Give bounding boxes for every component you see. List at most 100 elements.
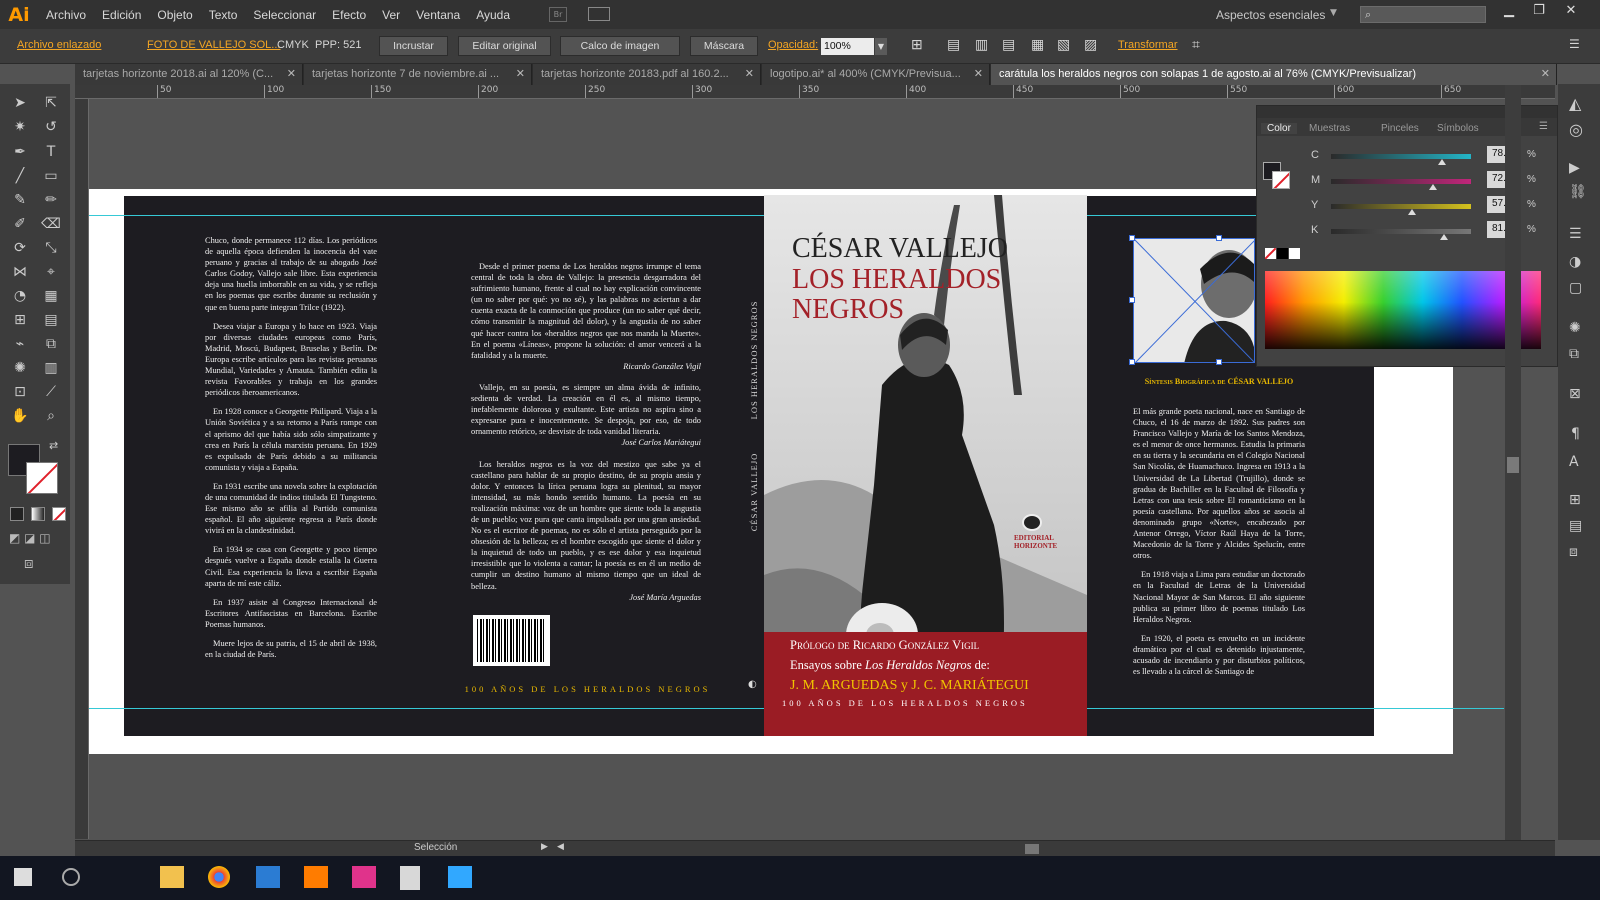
yellow-slider-track[interactable] xyxy=(1331,204,1471,215)
black-slider-row[interactable]: K 81.25 % xyxy=(1311,221,1561,244)
type-tool-icon[interactable]: T xyxy=(40,141,62,163)
arrange-documents-icon[interactable] xyxy=(588,7,610,21)
artboard-tool-icon[interactable]: ⊡ xyxy=(9,381,31,403)
width-tool-icon[interactable]: ⋈ xyxy=(9,261,31,283)
isolate-icon[interactable]: ⌗ xyxy=(1192,36,1200,53)
paragraph-icon[interactable]: ¶ xyxy=(1571,426,1580,442)
white-swatch[interactable] xyxy=(1289,248,1300,259)
align-selection-icon[interactable]: ⊞ xyxy=(911,36,923,53)
panel-menu-icon[interactable]: ☰ xyxy=(1569,37,1580,51)
selection-handle[interactable] xyxy=(1129,235,1135,241)
edit-original-button[interactable]: Editar original xyxy=(458,36,551,56)
tab-brushes[interactable]: Pinceles xyxy=(1381,123,1419,134)
gradient-mode-icon[interactable] xyxy=(31,507,45,521)
opacity-input[interactable]: 100% xyxy=(821,38,874,55)
image-trace-button[interactable]: Calco de imagen xyxy=(560,36,680,56)
gradient-tool-icon[interactable]: ▤ xyxy=(40,309,62,331)
transform-link[interactable]: Transformar xyxy=(1118,39,1178,51)
tab-document[interactable]: tarjetas horizonte 20183.pdf al 160.2...… xyxy=(533,64,761,85)
tab-document[interactable]: logotipo.ai* al 400% (CMYK/Previsua... ✕ xyxy=(762,64,990,85)
workspace-switcher[interactable]: Aspectos esenciales xyxy=(1216,8,1325,22)
magenta-slider-track[interactable] xyxy=(1331,179,1471,190)
panel-menu-icon[interactable]: ☰ xyxy=(1539,121,1548,132)
navigator-icon[interactable]: ◎ xyxy=(1569,120,1583,139)
cyan-slider-thumb[interactable] xyxy=(1437,159,1446,165)
embed-button[interactable]: Incrustar xyxy=(379,36,448,56)
menu-texto[interactable]: Texto xyxy=(209,8,238,22)
align-middle-icon[interactable]: ▧ xyxy=(1057,36,1070,53)
pen-tool-icon[interactable]: ✒ xyxy=(9,141,31,163)
align-top-icon[interactable]: ▦ xyxy=(1031,36,1044,53)
opacity-label[interactable]: Opacidad: xyxy=(768,39,818,51)
linked-file-link[interactable]: Archivo enlazado xyxy=(17,39,101,51)
perspective-grid-tool-icon[interactable]: ▦ xyxy=(40,285,62,307)
menu-objeto[interactable]: Objeto xyxy=(157,8,192,22)
right-flap-text[interactable]: El más grande poeta nacional, nace en Sa… xyxy=(1133,406,1305,685)
panel-stroke-swatch[interactable] xyxy=(1272,171,1290,189)
menu-efecto[interactable]: Efecto xyxy=(332,8,366,22)
align-left-icon[interactable]: ▤ xyxy=(947,36,960,53)
screen-mode-icon[interactable]: ⧈ xyxy=(24,554,34,572)
linked-filename-link[interactable]: FOTO DE VALLEJO SOL... xyxy=(147,39,280,51)
minimize-icon[interactable]: ▁ xyxy=(1494,3,1524,23)
paintbrush-tool-icon[interactable]: ✎ xyxy=(9,189,31,211)
lasso-tool-icon[interactable]: ↺ xyxy=(40,116,62,138)
none-swatch[interactable] xyxy=(1265,248,1276,259)
tab-close-icon[interactable]: ✕ xyxy=(745,67,754,80)
rotate-tool-icon[interactable]: ⟳ xyxy=(9,237,31,259)
direct-selection-tool-icon[interactable]: ⇱ xyxy=(40,92,62,114)
selection-handle[interactable] xyxy=(1216,235,1222,241)
bridge-icon[interactable]: Br xyxy=(549,7,567,22)
indesign-icon[interactable] xyxy=(352,866,376,888)
tab-document[interactable]: tarjetas horizonte 7 de noviembre.ai ...… xyxy=(304,64,532,85)
start-icon[interactable] xyxy=(14,868,32,886)
author-photo[interactable] xyxy=(1133,238,1255,363)
align-bottom-icon[interactable]: ▨ xyxy=(1084,36,1097,53)
horizontal-ruler[interactable]: 50 100 150 200 250 300 350 400 450 500 5… xyxy=(75,85,1555,99)
cyan-slider-track[interactable] xyxy=(1331,154,1471,165)
tab-close-icon[interactable]: ✕ xyxy=(974,67,983,80)
tab-document-active[interactable]: carátula los heraldos negros con solapas… xyxy=(991,64,1557,85)
word-icon[interactable] xyxy=(256,866,280,888)
line-tool-icon[interactable]: ╱ xyxy=(9,165,31,187)
menu-ver[interactable]: Ver xyxy=(382,8,400,22)
align-center-icon[interactable]: ▥ xyxy=(975,36,988,53)
magenta-slider-row[interactable]: M 72.66 % xyxy=(1311,171,1561,194)
align-right-icon[interactable]: ▤ xyxy=(1002,36,1015,53)
file-explorer-icon[interactable] xyxy=(160,866,184,888)
links-icon[interactable]: ⛓ xyxy=(1569,184,1587,200)
yellow-slider-thumb[interactable] xyxy=(1408,209,1417,215)
workspace-chevron-icon[interactable]: ▼ xyxy=(1330,8,1337,18)
selection-handle[interactable] xyxy=(1216,359,1222,365)
mask-button[interactable]: Máscara xyxy=(690,36,758,56)
calculator-icon[interactable] xyxy=(400,866,420,890)
opacity-dropdown-icon[interactable]: ▼ xyxy=(875,38,887,55)
menu-edicion[interactable]: Edición xyxy=(102,8,141,22)
cyan-slider-row[interactable]: C 78.91 % xyxy=(1311,146,1561,169)
search-input[interactable]: ⌕ xyxy=(1360,6,1486,23)
selection-tool-icon[interactable]: ➤ xyxy=(9,92,31,114)
asset-export-icon[interactable]: ⊠ xyxy=(1569,386,1581,402)
transparency-icon[interactable]: ▢ xyxy=(1569,280,1582,296)
black-slider-thumb[interactable] xyxy=(1440,234,1449,240)
eyedropper-tool-icon[interactable]: ⌁ xyxy=(9,333,31,355)
none-mode-icon[interactable] xyxy=(52,507,66,521)
menu-archivo[interactable]: Archivo xyxy=(46,8,86,22)
spine[interactable]: LOS HERALDOS NEGROS CÉSAR VALLEJO xyxy=(744,300,759,540)
zoom-tool-icon[interactable]: ⌕ xyxy=(40,405,62,427)
menu-ayuda[interactable]: Ayuda xyxy=(476,8,510,22)
rectangle-tool-icon[interactable]: ▭ xyxy=(40,165,62,187)
graphic-styles-icon[interactable]: ✺ xyxy=(1569,320,1581,336)
chrome-icon[interactable] xyxy=(208,866,230,888)
symbol-sprayer-tool-icon[interactable]: ✺ xyxy=(9,357,31,379)
pencil-tool-icon[interactable]: ✏ xyxy=(40,189,62,211)
photoshop-icon[interactable] xyxy=(448,866,472,888)
stroke-swatch[interactable] xyxy=(26,462,58,494)
yellow-slider-row[interactable]: Y 57.81 % xyxy=(1311,196,1561,219)
restore-icon[interactable]: ❐ xyxy=(1524,3,1554,23)
mesh-tool-icon[interactable]: ⊞ xyxy=(9,309,31,331)
illustrator-taskbar-icon[interactable] xyxy=(304,866,328,888)
appearance-icon[interactable]: ◑ xyxy=(1569,254,1581,270)
left-flap-text[interactable]: Chuco, donde permanece 112 días. Los per… xyxy=(205,235,377,668)
transform-panel-icon[interactable]: ⊞ xyxy=(1569,492,1581,508)
